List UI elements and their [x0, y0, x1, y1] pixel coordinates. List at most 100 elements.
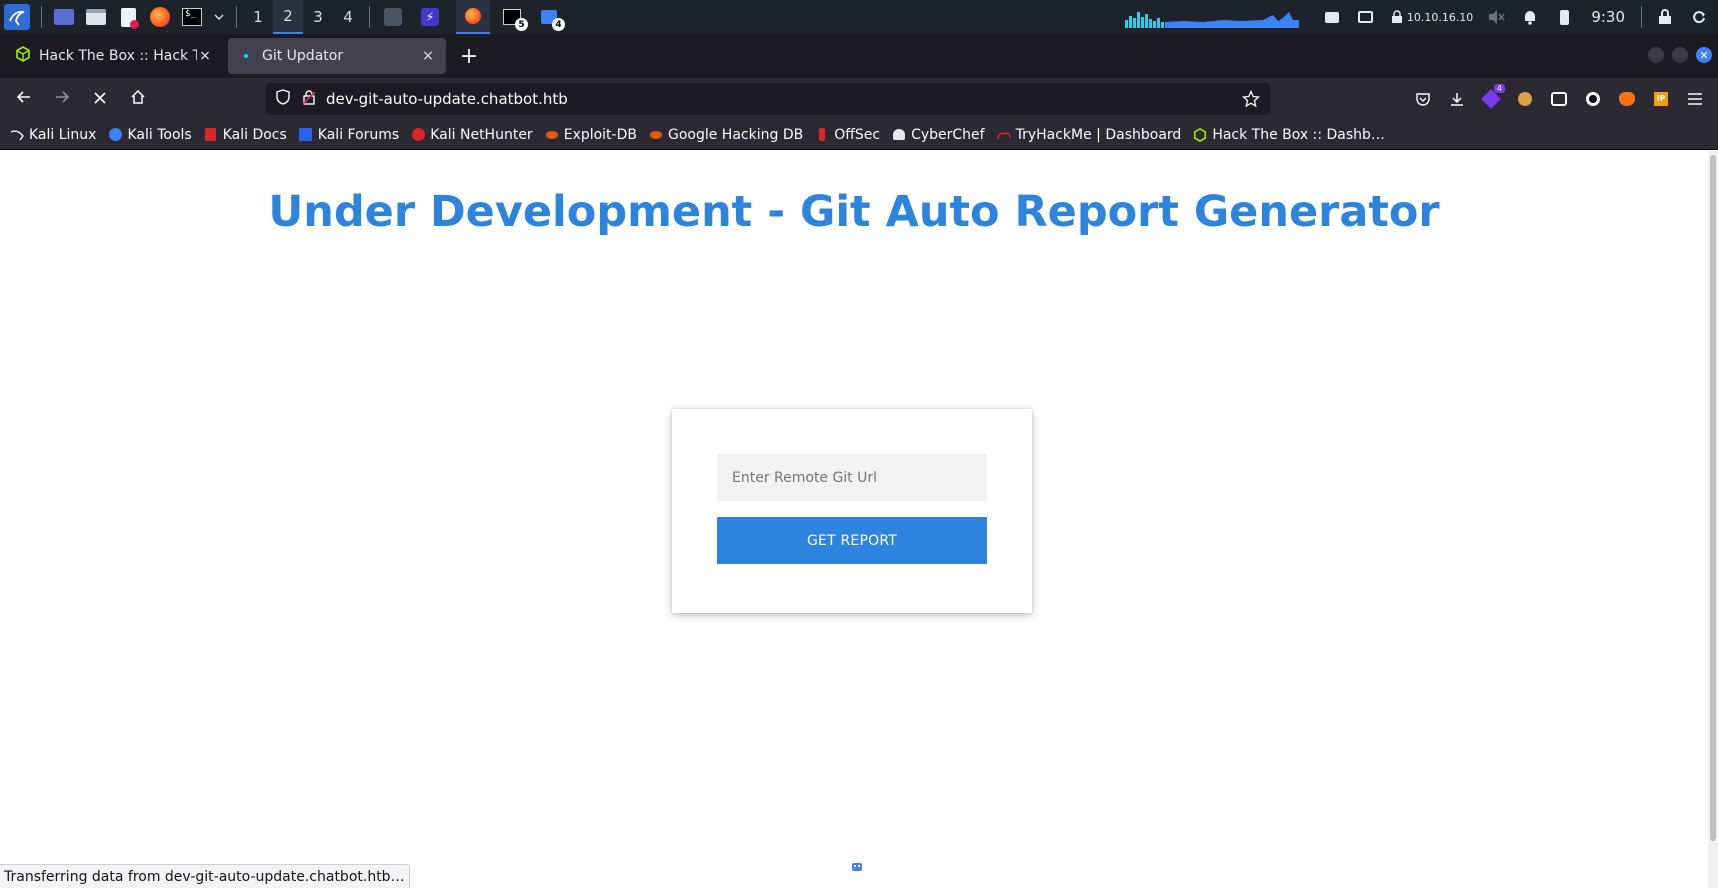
get-report-button[interactable]: GET REPORT	[717, 517, 987, 564]
bookmark-kali-tools[interactable]: Kali Tools	[108, 126, 192, 143]
chat-icon[interactable]	[1321, 6, 1343, 28]
foxyproxy-icon[interactable]	[1610, 82, 1644, 116]
git-url-input[interactable]	[717, 454, 987, 501]
hack-the-box-favicon-icon	[15, 46, 31, 66]
page-viewport: Under Development - Git Auto Report Gene…	[0, 151, 1708, 888]
downloads-icon[interactable]	[1440, 82, 1474, 116]
chevron-down-icon[interactable]	[213, 6, 225, 28]
ghdb-icon	[649, 128, 663, 142]
privacy-badger-icon[interactable]	[1576, 82, 1610, 116]
show-desktop-icon[interactable]	[53, 6, 75, 28]
url-bar[interactable]: dev-git-auto-update.chatbot.htb	[266, 83, 1270, 115]
bookmark-label: CyberChef	[911, 126, 985, 143]
terminal-count-badge: 5	[515, 18, 528, 31]
back-button[interactable]	[8, 83, 40, 115]
minimize-window-button[interactable]	[1648, 47, 1664, 63]
page-title: Under Development - Git Auto Report Gene…	[268, 187, 1440, 237]
bookmark-tryhackme[interactable]: TryHackMe | Dashboard	[996, 126, 1182, 143]
terminal-launcher-icon[interactable]: $_	[181, 6, 203, 28]
vpn-lock-icon[interactable]	[1389, 6, 1405, 28]
power-icon[interactable]	[1688, 6, 1710, 28]
page-scrollbar[interactable]	[1708, 151, 1718, 888]
browser-tab-bar: Hack The Box :: Hack The Box × Git Updat…	[0, 34, 1718, 78]
stop-loading-button[interactable]	[84, 83, 116, 115]
hamburger-menu-icon[interactable]	[1678, 82, 1712, 116]
extension-shield-icon[interactable]: 4	[1474, 82, 1508, 116]
window-controls: ✕	[1648, 47, 1712, 63]
maximize-window-button[interactable]	[1672, 47, 1688, 63]
text-editor-icon[interactable]	[117, 6, 139, 29]
bookmarks-toolbar: Kali Linux Kali Tools Kali Docs Kali For…	[0, 120, 1718, 150]
bookmark-label: Kali Linux	[29, 126, 97, 143]
kali-tools-icon	[108, 128, 122, 142]
notification-bell-icon[interactable]	[1519, 6, 1541, 28]
pocket-icon[interactable]	[1406, 82, 1440, 116]
taskbar-terminal-icon[interactable]: 5	[501, 6, 528, 31]
close-window-button[interactable]: ✕	[1696, 47, 1712, 63]
insecure-lock-icon[interactable]	[302, 89, 316, 109]
taskbar-firefox-icon[interactable]	[456, 0, 490, 34]
network-activity-graph	[1123, 6, 1299, 28]
forward-button[interactable]	[46, 83, 78, 115]
new-tab-button[interactable]: +	[454, 41, 484, 71]
bookmark-label: Hack The Box :: Dashb…	[1212, 126, 1385, 143]
scrollbar-thumb[interactable]	[1710, 155, 1716, 841]
kali-menu-icon[interactable]	[4, 4, 30, 30]
bookmark-kali-docs[interactable]: Kali Docs	[204, 127, 287, 143]
volume-muted-icon[interactable]	[1485, 6, 1507, 28]
bookmark-kali-linux[interactable]: Kali Linux	[10, 127, 96, 143]
workspace-3[interactable]: 3	[303, 0, 333, 34]
ip-address-extension-icon[interactable]: IP	[1644, 82, 1678, 116]
taskbar-files-icon[interactable]: 4	[538, 6, 565, 31]
file-manager-icon[interactable]	[85, 6, 107, 28]
tab-git-updator[interactable]: Git Updator ×	[228, 38, 446, 74]
bookmark-offsec[interactable]: OffSec	[815, 127, 880, 143]
tryhackme-icon	[996, 128, 1011, 142]
bookmark-star-icon[interactable]	[1241, 89, 1261, 112]
display-icon[interactable]	[1355, 6, 1377, 28]
taskbar-app-icon[interactable]	[382, 6, 404, 28]
status-bar: Transferring data from dev-git-auto-upda…	[0, 864, 410, 888]
bookmark-hack-the-box-dashboard[interactable]: Hack The Box :: Dashb…	[1193, 127, 1385, 143]
bookmark-label: Kali NetHunter	[430, 126, 533, 143]
wappalyzer-icon[interactable]	[1542, 82, 1576, 116]
taskbar-burp-icon[interactable]: ⚡	[419, 6, 441, 28]
cookie-editor-icon[interactable]	[1508, 82, 1542, 116]
bookmark-label: Google Hacking DB	[667, 126, 804, 143]
bookmark-kali-nethunter[interactable]: Kali NetHunter	[411, 126, 533, 143]
workspace-1[interactable]: 1	[243, 0, 273, 34]
nethunter-icon	[411, 128, 425, 142]
bookmark-label: OffSec	[834, 126, 881, 143]
clock[interactable]: 9:30	[1591, 8, 1625, 26]
shield-icon[interactable]	[276, 89, 290, 109]
workspace-2[interactable]: 2	[273, 0, 303, 34]
tab-label: Hack The Box :: Hack The Box	[39, 48, 197, 64]
tab-label: Git Updator	[262, 48, 344, 64]
os-top-panel: $_ 1 2 3 4 ⚡ 5 4 10.10.16.10 9:30	[0, 0, 1718, 34]
bookmark-exploit-db[interactable]: Exploit-DB	[545, 127, 637, 143]
workspace-4[interactable]: 4	[333, 0, 363, 34]
tab-hack-the-box[interactable]: Hack The Box :: Hack The Box ×	[5, 38, 223, 74]
offsec-icon	[815, 128, 829, 142]
close-tab-icon[interactable]: ×	[420, 48, 436, 64]
bookmark-google-hacking-db[interactable]: Google Hacking DB	[649, 127, 803, 143]
firefox-launcher-icon[interactable]	[149, 6, 171, 28]
home-button[interactable]	[122, 83, 154, 115]
bookmark-label: TryHackMe | Dashboard	[1015, 126, 1182, 143]
kali-docs-icon	[204, 128, 218, 142]
cyberchef-icon	[892, 128, 906, 142]
url-text: dev-git-auto-update.chatbot.htb	[326, 90, 568, 108]
close-tab-icon[interactable]: ×	[197, 48, 213, 64]
kali-dragon-icon	[10, 128, 24, 142]
bookmark-label: Kali Tools	[127, 126, 192, 143]
bookmark-kali-forums[interactable]: Kali Forums	[299, 127, 399, 143]
kali-forums-icon	[299, 128, 313, 142]
extension-count-badge: 4	[1493, 84, 1505, 93]
bookmark-cyberchef[interactable]: CyberChef	[892, 127, 985, 143]
lock-screen-icon[interactable]	[1654, 6, 1676, 28]
battery-icon[interactable]	[1553, 6, 1575, 28]
footer-robot-icon	[850, 859, 864, 873]
close-icon	[93, 90, 107, 109]
report-form-card: GET REPORT	[672, 409, 1032, 613]
arrow-right-icon	[54, 89, 70, 109]
